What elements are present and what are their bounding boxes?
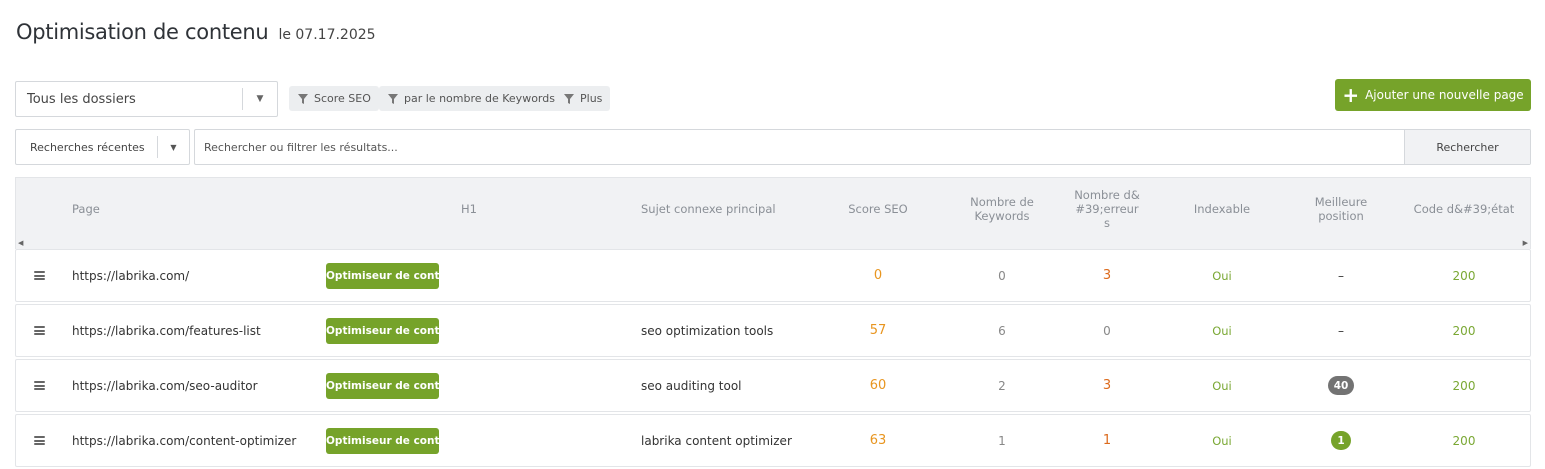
folder-select-value: Tous les dossiers bbox=[27, 91, 136, 107]
row-seo-score: 60 bbox=[869, 378, 887, 393]
row-keywords: 1 bbox=[998, 433, 1006, 448]
row-errors[interactable]: 1 bbox=[1103, 433, 1111, 448]
row-seo-score: 0 bbox=[873, 268, 883, 283]
row-url[interactable]: https://labrika.com/content-optimizer bbox=[72, 434, 296, 448]
row-status-code: 200 bbox=[1452, 268, 1476, 283]
filter-label: par le nombre de Keywords bbox=[404, 92, 555, 105]
row-status-code: 200 bbox=[1452, 433, 1476, 448]
row-indexable: Oui bbox=[1212, 433, 1232, 448]
row-url[interactable]: https://labrika.com/seo-auditor bbox=[72, 379, 258, 393]
row-seo-score: 57 bbox=[869, 323, 887, 338]
row-keywords: 0 bbox=[998, 268, 1006, 283]
row-errors: 0 bbox=[1103, 323, 1111, 338]
content-optimizer-button[interactable]: Optimiseur de contenu bbox=[326, 262, 439, 289]
column-header-seo-score[interactable]: Score SEO bbox=[828, 178, 928, 239]
row-indexable: Oui bbox=[1212, 323, 1232, 338]
drag-handle-icon[interactable] bbox=[34, 415, 45, 466]
filter-icon bbox=[298, 93, 308, 104]
table-row[interactable]: https://labrika.com/seo-auditor Optimise… bbox=[15, 359, 1531, 412]
row-topic: labrika content optimizer bbox=[641, 433, 792, 448]
page-title: Optimisation de contenu bbox=[16, 20, 269, 44]
table-row[interactable]: https://labrika.com/ Optimiseur de conte… bbox=[15, 249, 1531, 302]
filter-keywords[interactable]: par le nombre de Keywords bbox=[379, 86, 563, 111]
recent-searches-value: Recherches récentes bbox=[30, 140, 145, 154]
page-date: le 07.17.2025 bbox=[278, 27, 376, 43]
row-seo-score: 63 bbox=[869, 433, 887, 448]
column-header-keywords[interactable]: Nombre de Keywords bbox=[967, 178, 1037, 239]
table-row[interactable]: https://labrika.com/features-list Optimi… bbox=[15, 304, 1531, 357]
add-page-label: Ajouter une nouvelle page bbox=[1365, 88, 1524, 102]
search-button[interactable]: Rechercher bbox=[1404, 130, 1530, 164]
folder-select[interactable]: Tous les dossiers ▼ bbox=[15, 81, 278, 117]
row-topic: seo auditing tool bbox=[641, 378, 742, 393]
content-optimizer-button[interactable]: Optimiseur de contenu bbox=[326, 427, 439, 454]
column-header-status-code[interactable]: Code d&#39;état bbox=[1409, 178, 1519, 239]
row-status-code: 200 bbox=[1452, 323, 1476, 338]
row-topic: seo optimization tools bbox=[641, 323, 774, 338]
content-optimizer-button[interactable]: Optimiseur de contenu bbox=[326, 317, 439, 344]
position-badge: 1 bbox=[1331, 431, 1351, 450]
page-header: Optimisation de contenu le 07.17.2025 bbox=[16, 20, 376, 44]
column-header-best-position[interactable]: Meilleure position bbox=[1306, 178, 1376, 239]
column-header-page[interactable]: Page bbox=[72, 178, 272, 239]
column-header-topic[interactable]: Sujet connexe principal bbox=[641, 178, 841, 239]
filter-label: Plus bbox=[580, 92, 603, 105]
content-optimizer-button[interactable]: Optimiseur de contenu bbox=[326, 372, 439, 399]
column-header-indexable[interactable]: Indexable bbox=[1176, 178, 1268, 239]
row-url[interactable]: https://labrika.com/ bbox=[72, 269, 189, 283]
recent-searches-select[interactable]: Recherches récentes ▼ bbox=[15, 129, 190, 165]
horizontal-scrollbar[interactable]: ◀ ▶ bbox=[16, 239, 1530, 249]
filter-label: Score SEO bbox=[314, 92, 371, 105]
row-indexable: Oui bbox=[1212, 378, 1232, 393]
position-badge: 40 bbox=[1327, 376, 1355, 395]
search-input[interactable] bbox=[195, 130, 1404, 164]
row-keywords: 2 bbox=[998, 378, 1006, 393]
drag-handle-icon[interactable] bbox=[34, 250, 45, 301]
row-errors[interactable]: 3 bbox=[1103, 268, 1111, 283]
scroll-left-icon[interactable]: ◀ bbox=[18, 239, 23, 247]
scroll-right-icon[interactable]: ▶ bbox=[1523, 239, 1528, 247]
row-url[interactable]: https://labrika.com/features-list bbox=[72, 324, 261, 338]
drag-handle-icon[interactable] bbox=[34, 360, 45, 411]
row-best-position: – bbox=[1338, 323, 1344, 338]
filter-icon bbox=[564, 93, 574, 104]
filter-seo-score[interactable]: Score SEO bbox=[289, 86, 379, 111]
chevron-down-icon[interactable]: ▼ bbox=[243, 94, 277, 104]
add-page-button[interactable]: + Ajouter une nouvelle page bbox=[1335, 79, 1531, 111]
column-header-h1[interactable]: H1 bbox=[369, 178, 569, 239]
table-header: Page H1 Sujet connexe principal Score SE… bbox=[15, 177, 1531, 249]
chevron-down-icon[interactable]: ▼ bbox=[158, 143, 189, 152]
row-indexable: Oui bbox=[1212, 268, 1232, 283]
filter-icon bbox=[388, 93, 398, 104]
row-errors[interactable]: 3 bbox=[1103, 378, 1111, 393]
plus-icon: + bbox=[1342, 83, 1360, 107]
row-status-code: 200 bbox=[1452, 378, 1476, 393]
filter-more[interactable]: Plus bbox=[555, 86, 611, 111]
table-row[interactable]: https://labrika.com/content-optimizer Op… bbox=[15, 414, 1531, 467]
search-bar: Rechercher bbox=[194, 129, 1531, 165]
column-header-errors[interactable]: Nombre d&#39;erreur s bbox=[1071, 178, 1143, 239]
drag-handle-icon[interactable] bbox=[34, 305, 45, 356]
row-best-position: – bbox=[1338, 268, 1344, 283]
row-keywords: 6 bbox=[998, 323, 1006, 338]
